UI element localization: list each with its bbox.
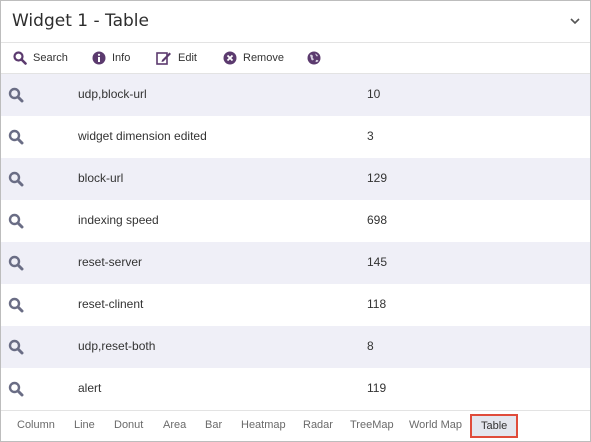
row-value: 8 (367, 339, 374, 353)
table-row: udp,reset-both 8 (1, 326, 590, 368)
tab-world-map[interactable]: World Map (409, 419, 462, 431)
globe-button[interactable] (307, 43, 321, 73)
tab-heatmap[interactable]: Heatmap (241, 419, 286, 431)
tab-treemap[interactable]: TreeMap (350, 419, 394, 431)
row-value: 3 (367, 129, 374, 143)
globe-icon (307, 51, 321, 65)
row-name: udp,reset-both (78, 339, 156, 353)
tab-donut[interactable]: Donut (114, 419, 143, 431)
row-name: reset-server (78, 255, 143, 269)
row-value: 145 (367, 255, 388, 269)
table-row: udp,block-url 10 (1, 74, 590, 116)
row-value: 119 (367, 381, 387, 395)
tab-column[interactable]: Column (17, 419, 55, 431)
widget-toolbar: Search Info Edit Remove (1, 43, 590, 74)
table-row: block-url 129 (1, 158, 590, 200)
tab-radar[interactable]: Radar (303, 419, 333, 431)
chevron-down-icon[interactable] (568, 14, 582, 28)
table-row: reset-clinent 118 (1, 284, 590, 326)
search-icon[interactable] (8, 129, 24, 150)
row-value: 698 (367, 213, 388, 227)
edit-button[interactable]: Edit (156, 43, 197, 73)
tab-line[interactable]: Line (74, 419, 95, 431)
search-icon[interactable] (8, 255, 24, 276)
table-row: reset-server 145 (1, 242, 590, 284)
info-icon (92, 51, 106, 65)
row-name: udp,block-url (78, 87, 147, 101)
search-label: Search (33, 52, 68, 64)
chart-type-tabs: Column Line Donut Area Bar Heatmap Radar… (1, 410, 590, 441)
info-button[interactable]: Info (92, 43, 130, 73)
widget-title: Widget 1 - Table (12, 11, 149, 31)
table-widget: Widget 1 - Table Search Info Edit Remove… (0, 0, 591, 442)
search-icon[interactable] (8, 297, 24, 318)
search-icon (13, 51, 27, 65)
row-name: alert (78, 381, 102, 395)
row-name: block-url (78, 171, 124, 185)
data-table: udp,block-url 10 widget dimension edited… (1, 74, 590, 410)
search-button[interactable]: Search (13, 43, 68, 73)
row-value: 10 (367, 87, 381, 101)
edit-label: Edit (178, 52, 197, 64)
search-icon[interactable] (8, 171, 24, 192)
row-name: indexing speed (78, 213, 159, 227)
search-icon[interactable] (8, 213, 24, 234)
remove-icon (223, 51, 237, 65)
remove-button[interactable]: Remove (223, 43, 284, 73)
table-row: indexing speed 698 (1, 200, 590, 242)
remove-label: Remove (243, 52, 284, 64)
info-label: Info (112, 52, 131, 64)
widget-header: Widget 1 - Table (1, 1, 590, 43)
row-name: widget dimension edited (78, 129, 207, 143)
search-icon[interactable] (8, 87, 24, 108)
row-value: 129 (367, 171, 388, 185)
search-icon[interactable] (8, 381, 24, 402)
tab-bar[interactable]: Bar (205, 419, 222, 431)
table-row: widget dimension edited 3 (1, 116, 590, 158)
row-name: reset-clinent (78, 297, 144, 311)
edit-icon (156, 51, 172, 65)
search-icon[interactable] (8, 339, 24, 360)
tab-area[interactable]: Area (163, 419, 186, 431)
table-row: alert 119 (1, 368, 590, 410)
row-value: 118 (367, 297, 387, 311)
tab-table[interactable]: Table (470, 414, 519, 438)
